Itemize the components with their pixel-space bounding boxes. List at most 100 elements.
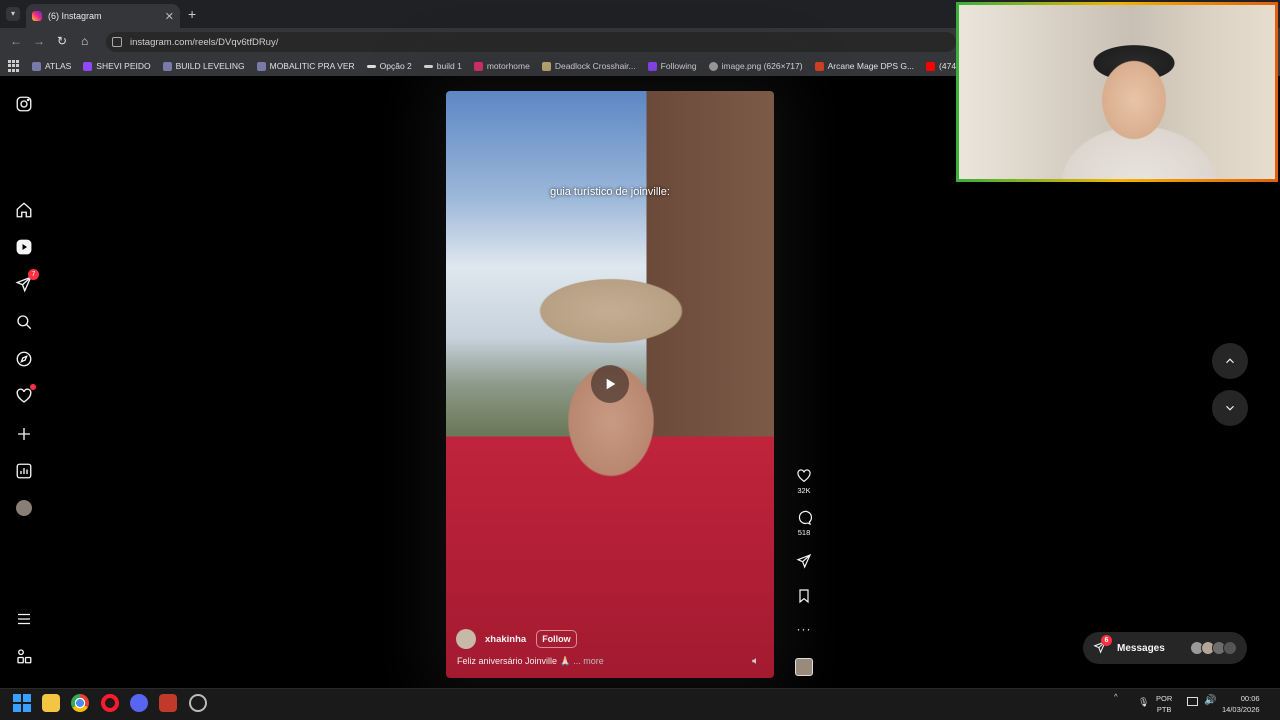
tab-instagram[interactable]: (6) Instagram ✕ [26, 4, 180, 28]
avatar [1223, 641, 1237, 655]
messages-dock[interactable]: 6 Messages [1083, 632, 1247, 664]
instagram-icon [473, 61, 483, 71]
chevron-up-icon [1226, 358, 1234, 364]
comment-count: 518 [797, 528, 811, 537]
game-app-icon[interactable] [189, 694, 207, 712]
messages-icon: 6 [1093, 635, 1112, 656]
bookmark-icon [799, 589, 809, 604]
also-from-meta-icon[interactable] [14, 646, 34, 666]
bookmark-item[interactable]: SHEVI PEIDO [83, 61, 151, 71]
system-tray: ^ [1114, 692, 1118, 701]
reel-video[interactable]: guia turístico de joinville: xhakinha Fo… [446, 91, 774, 678]
bookmark-item[interactable]: BUILD LEVELING [162, 61, 245, 71]
chrome-icon[interactable] [71, 694, 89, 712]
reload-icon[interactable]: ↻ [57, 34, 67, 48]
save-action[interactable] [792, 588, 816, 606]
apps-grid-icon[interactable] [8, 60, 20, 72]
comment-action[interactable]: 518 [792, 510, 816, 537]
previous-reel-button[interactable] [1212, 343, 1248, 379]
twitch-icon [83, 61, 93, 71]
chevron-up-tray-icon[interactable]: ^ [1114, 692, 1118, 701]
create-plus-icon[interactable] [14, 424, 34, 444]
home-icon[interactable]: ⌂ [81, 34, 88, 48]
language-indicator[interactable]: POR PTB [1156, 693, 1172, 715]
search-nav-icon[interactable] [14, 312, 34, 332]
volume-icon[interactable]: 🔊 [1204, 695, 1216, 706]
video-caption-overlay: guia turístico de joinville: [550, 186, 670, 198]
youtube-icon [926, 61, 936, 71]
swoosh-icon [423, 64, 433, 68]
play-icon [606, 378, 616, 390]
follow-button[interactable]: Follow [536, 630, 577, 648]
like-count: 32K [797, 486, 811, 495]
like-action[interactable]: 32K [792, 468, 816, 495]
new-tab-button[interactable]: + [188, 6, 196, 22]
bookmark-item[interactable]: motorhome [473, 61, 530, 71]
notifications-badge: 7 [28, 269, 39, 280]
swoosh-icon [366, 64, 376, 68]
reels-nav-icon[interactable] [14, 237, 34, 257]
reel-author: xhakinha Follow [456, 629, 577, 649]
back-arrow-icon[interactable]: ← [10, 34, 22, 48]
windows-start-icon[interactable] [13, 694, 31, 712]
reel-description: Feliz aniversário Joinville 🙏🏻 ... more [457, 656, 604, 667]
shield-icon [256, 61, 266, 71]
next-reel-button[interactable] [1212, 390, 1248, 426]
file-explorer-icon[interactable] [42, 694, 60, 712]
network-icon[interactable] [1187, 697, 1198, 706]
bookmark-item[interactable]: Arcane Mage DPS G... [814, 61, 914, 71]
play-button[interactable] [591, 365, 629, 403]
explore-compass-icon[interactable] [14, 349, 34, 369]
instagram-favicon-icon [32, 11, 42, 21]
bookmark-item[interactable]: Following [647, 61, 697, 71]
dashboard-chart-icon[interactable] [14, 461, 34, 481]
comment-icon [798, 510, 812, 526]
bookmark-item[interactable]: build 1 [423, 61, 462, 71]
mute-icon[interactable] [751, 653, 761, 664]
globe-icon [708, 61, 718, 71]
bookmark-item[interactable]: image.png (626×717) [708, 61, 803, 71]
description-text: Feliz aniversário Joinville 🙏🏻 [457, 656, 571, 666]
messages-badge: 6 [1101, 635, 1112, 646]
heart-icon [797, 469, 811, 483]
notifications-heart-icon[interactable] [14, 384, 36, 406]
more-link[interactable]: ... more [573, 656, 604, 666]
audio-thumbnail[interactable] [795, 658, 813, 676]
twitch-icon [647, 61, 657, 71]
share-icon [796, 553, 812, 569]
tab-title: (6) Instagram [48, 11, 102, 21]
close-tab-icon[interactable]: ✕ [165, 10, 174, 23]
discord-icon[interactable] [130, 694, 148, 712]
instagram-logo-icon[interactable] [14, 94, 34, 114]
direct-messages-nav-icon[interactable]: 7 [14, 269, 39, 294]
tab-search-button[interactable]: ▾ [6, 7, 20, 21]
deadlock-icon [541, 61, 551, 71]
opera-icon[interactable] [101, 694, 119, 712]
address-bar[interactable]: instagram.com/reels/DVqv6tfDRuy/ [106, 32, 956, 52]
avatar [16, 500, 32, 516]
messages-label: Messages [1117, 642, 1165, 654]
forward-arrow-icon[interactable]: → [33, 34, 45, 48]
microphone-icon[interactable]: 🎙 [1138, 697, 1149, 708]
webcam-overlay [956, 2, 1278, 182]
taskbar-clock[interactable]: 00:06 14/03/2026 [1222, 693, 1260, 715]
author-avatar[interactable] [456, 629, 476, 649]
site-info-icon[interactable] [112, 37, 122, 47]
notification-dot [30, 384, 36, 390]
more-menu-icon[interactable] [14, 609, 34, 629]
author-username[interactable]: xhakinha [485, 634, 526, 645]
url-text: instagram.com/reels/DVqv6tfDRuy/ [130, 36, 279, 48]
share-action[interactable] [792, 553, 816, 571]
home-nav-icon[interactable] [14, 200, 34, 220]
shield-icon [162, 61, 172, 71]
wowhead-icon [814, 61, 824, 71]
more-options-icon[interactable]: ··· [792, 622, 816, 636]
chevron-down-icon [1226, 405, 1234, 411]
bookmark-item[interactable]: Opção 2 [366, 61, 412, 71]
bookmark-item[interactable]: MOBALITIC PRA VER [256, 61, 355, 71]
shield-icon [32, 61, 41, 71]
bookmark-item[interactable]: ATLAS [32, 61, 71, 71]
bookmark-item[interactable]: Deadlock Crosshair... [541, 61, 636, 71]
streaming-app-icon[interactable] [159, 694, 177, 712]
profile-avatar[interactable] [14, 498, 34, 518]
